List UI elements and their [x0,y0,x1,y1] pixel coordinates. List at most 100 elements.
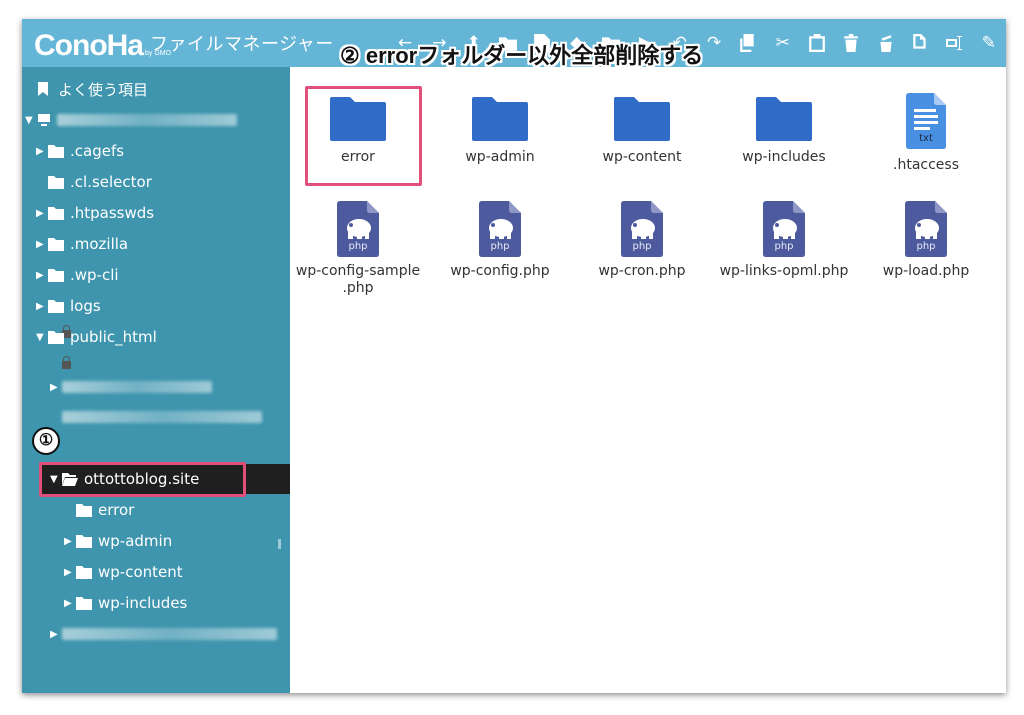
folder-icon [76,566,92,579]
file-type-badge: php [916,241,936,252]
folder-icon [48,238,64,251]
sidebar-scroll-handle[interactable] [278,539,281,549]
rename-icon[interactable] [944,32,966,54]
file-grid: error wp-admin wp-content wp-includes tx… [290,67,1006,693]
sidebar-item-htpasswds[interactable]: ▶ .htpasswds [36,198,154,228]
file-item-htaccess[interactable]: txt .htaccess [858,93,994,174]
file-name: wp-config.php [450,263,550,279]
sidebar-item-wp-includes[interactable]: ▶ wp-includes [64,588,187,618]
collapsed-triangle-icon[interactable]: ▶ [36,301,48,312]
sidebar-tree: よく使う項目 ▼ ▶ .cagefs .cl.selector ▶ .htpas… [22,67,290,693]
file-manager-window: ConoHa by GMO ファイルマネージャー ← → ⬆ ◆ ▶ ↶ ↷ ✂… [22,19,1006,693]
sidebar-item-cl-selector[interactable]: .cl.selector [48,167,152,197]
sidebar-item-logs[interactable]: ▶ logs [36,291,101,321]
file-name: wp-admin [465,149,535,165]
collapsed-triangle-icon[interactable]: ▶ [64,598,76,609]
expanded-triangle-icon[interactable]: ▼ [36,332,48,343]
collapsed-triangle-icon[interactable]: ▶ [50,629,62,640]
txt-file-icon: txt [906,93,946,149]
file-item-wp-config[interactable]: php wp-config.php [432,201,568,280]
collapsed-triangle-icon[interactable]: ▶ [64,567,76,578]
php-file-icon: php [621,201,663,257]
file-item-wp-load[interactable]: php wp-load.php [858,201,994,280]
sidebar-item-mozilla[interactable]: ▶ .mozilla [36,229,128,259]
sidebar-item-label: .cagefs [70,142,125,160]
collapsed-triangle-icon[interactable]: ▶ [50,382,62,393]
sidebar-item-label: wp-content [98,563,183,581]
sidebar-item-wp-admin[interactable]: ▶ wp-admin [64,526,172,556]
file-item-wp-admin[interactable]: wp-admin [432,97,568,166]
expanded-triangle-icon[interactable]: ▼ [25,115,37,126]
file-name: wp-load.php [882,263,970,279]
step-1-annotation: ① [32,427,60,455]
sidebar-item-wp-cli[interactable]: ▶ .wp-cli [36,260,119,290]
sidebar-item-label: logs [70,297,101,315]
php-file-icon: php [337,201,379,257]
sidebar-item-error[interactable]: error [76,495,134,525]
file-name: wp-links-opml.php [719,263,849,279]
collapsed-triangle-icon[interactable]: ▶ [36,270,48,281]
folder-icon [76,504,92,517]
duplicate-icon[interactable] [909,32,931,54]
file-item-wp-config-sample[interactable]: php wp-config-sample .php [290,201,426,297]
lock-icon [62,356,71,369]
sidebar-item-favorites[interactable]: よく使う項目 [38,74,148,104]
file-item-wp-links-opml[interactable]: php wp-links-opml.php [716,201,852,280]
step-2-highlight-box [305,86,422,186]
file-item-wp-content[interactable]: wp-content [574,97,710,166]
collapsed-triangle-icon[interactable]: ▶ [36,146,48,157]
collapsed-triangle-icon[interactable]: ▶ [36,239,48,250]
logo-text: ConoHa [34,29,144,62]
collapsed-triangle-icon[interactable]: ▶ [36,208,48,219]
sidebar-item-label: wp-includes [98,594,188,612]
sidebar-item-cagefs[interactable]: ▶ .cagefs [36,136,124,166]
php-file-icon: php [905,201,947,257]
folder-icon [48,269,64,282]
php-file-icon: php [763,201,805,257]
step-2-annotation: ② errorフォルダー以外全部削除する [340,43,704,68]
empty-icon[interactable] [875,32,897,54]
trash-icon[interactable] [840,32,862,54]
redacted-folder-name [62,381,212,393]
sidebar-item-label: .htpasswds [70,204,155,222]
folder-icon [48,176,64,189]
computer-icon [37,114,51,126]
redo-icon[interactable]: ↷ [703,32,725,54]
folder-icon [472,97,528,141]
folder-icon [756,97,812,141]
redacted-hostname [57,114,237,126]
sidebar-item-label: error [98,501,135,519]
folder-icon [48,207,64,220]
cut-icon[interactable]: ✂ [772,32,794,54]
sidebar-item-redacted-3[interactable]: ▶ [50,619,277,649]
file-type-badge: php [774,241,794,252]
sidebar-item-public-html[interactable]: ▼ public_html [36,322,157,352]
sidebar-item-label: .wp-cli [70,266,119,284]
folder-icon [48,145,64,158]
folder-icon [48,300,64,313]
sidebar-item-redacted-2[interactable] [50,402,262,432]
file-item-wp-includes[interactable]: wp-includes [716,97,852,166]
sidebar-item-label: よく使う項目 [58,80,149,99]
file-name-line1: wp-config-sample [295,263,421,279]
sidebar-item-home[interactable]: ▼ [25,105,237,135]
file-name: wp-includes [742,149,826,165]
bookmark-icon [38,82,48,96]
file-type-badge: txt [919,133,933,144]
copy-icon[interactable] [737,32,759,54]
edit-icon[interactable]: ✎ [978,32,1000,54]
paste-icon[interactable] [806,32,828,54]
php-file-icon: php [479,201,521,257]
redacted-folder-name [62,411,262,423]
file-name: wp-content [602,149,682,165]
file-name-line2: .php [342,280,374,296]
sidebar-item-wp-content[interactable]: ▶ wp-content [64,557,183,587]
file-item-wp-cron[interactable]: php wp-cron.php [574,201,710,280]
folder-icon [48,331,64,344]
folder-icon [76,535,92,548]
folder-icon [614,97,670,141]
sidebar-item-redacted-1[interactable]: ▶ [50,372,212,402]
file-name: wp-cron.php [598,263,686,279]
collapsed-triangle-icon[interactable]: ▶ [64,536,76,547]
app-title: ファイルマネージャー [150,34,334,55]
